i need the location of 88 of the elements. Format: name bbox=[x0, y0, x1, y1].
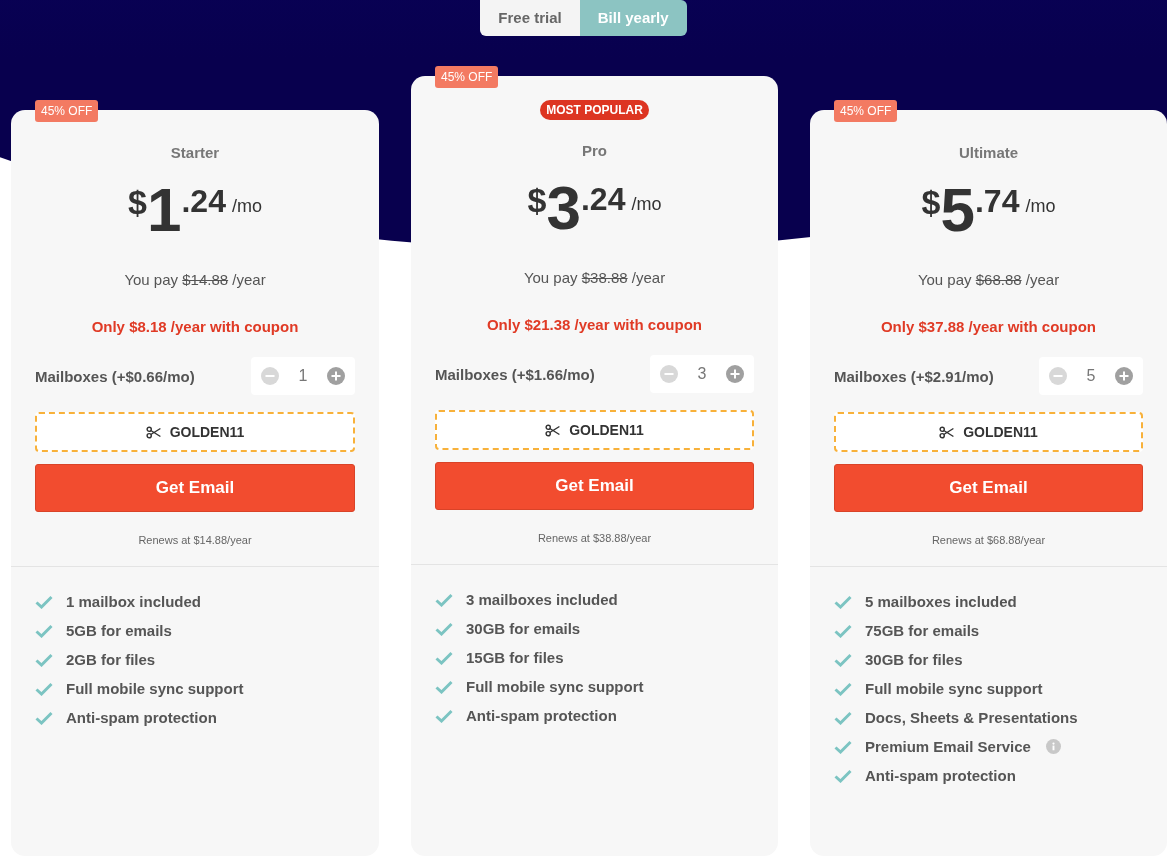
scissors-icon bbox=[145, 425, 162, 439]
coupon-offer-text: Only $21.38 /year with coupon bbox=[486, 316, 703, 333]
mailbox-stepper[interactable]: 1 bbox=[251, 357, 355, 395]
mailboxes-label: Mailboxes (+$0.66/mo) bbox=[35, 367, 195, 385]
checkmark-icon bbox=[834, 710, 852, 725]
renewal-price-text: Renews at $38.88/year bbox=[537, 532, 652, 544]
price-cents: .74 bbox=[974, 183, 1020, 220]
feature-text: 5GB for emails bbox=[66, 622, 172, 639]
minus-icon[interactable] bbox=[261, 367, 279, 385]
checkmark-icon bbox=[35, 594, 53, 609]
plan-name: Pro bbox=[582, 142, 607, 159]
checkmark-icon bbox=[35, 710, 53, 725]
minus-icon[interactable] bbox=[1049, 367, 1067, 385]
most-popular-badge: MOST POPULAR bbox=[540, 100, 649, 120]
checkmark-icon bbox=[435, 592, 453, 607]
plan-name: Ultimate bbox=[958, 144, 1019, 161]
feature-text: Full mobile sync support bbox=[865, 680, 1043, 697]
feature-text: 5 mailboxes included bbox=[865, 593, 1017, 610]
price-whole: 1 bbox=[146, 179, 182, 241]
checkmark-icon bbox=[435, 708, 453, 723]
plus-icon[interactable] bbox=[726, 365, 744, 383]
price-period: /mo bbox=[231, 196, 262, 217]
feature-text: 30GB for files bbox=[865, 651, 963, 668]
scissors-icon bbox=[939, 425, 956, 439]
checkmark-icon bbox=[834, 681, 852, 696]
price-currency: $ bbox=[921, 183, 941, 221]
mailbox-count: 5 bbox=[1086, 367, 1096, 385]
price-currency: $ bbox=[527, 181, 547, 219]
mailbox-stepper[interactable]: 3 bbox=[650, 355, 754, 393]
plan-name: Starter bbox=[170, 144, 220, 161]
feature-text: Anti-spam protection bbox=[466, 707, 617, 724]
checkmark-icon bbox=[35, 623, 53, 638]
checkmark-icon bbox=[834, 594, 852, 609]
price-period: /mo bbox=[1025, 196, 1056, 217]
mailbox-count: 1 bbox=[298, 367, 308, 385]
feature-text: 30GB for emails bbox=[466, 620, 581, 637]
price-currency: $ bbox=[128, 183, 147, 221]
feature-text: Premium Email Service bbox=[865, 738, 1031, 755]
feature-text: 1 mailbox included bbox=[66, 593, 202, 610]
price-whole: 3 bbox=[546, 177, 581, 239]
checkmark-icon bbox=[35, 681, 53, 696]
checkmark-icon bbox=[435, 650, 453, 665]
discount-badge: 45% OFF bbox=[35, 100, 99, 122]
renewal-price-text: Renews at $68.88/year bbox=[931, 534, 1046, 546]
mailbox-stepper[interactable]: 5 bbox=[1039, 357, 1143, 395]
mailboxes-label: Mailboxes (+$1.66/mo) bbox=[435, 365, 595, 383]
feature-text: 15GB for files bbox=[466, 649, 564, 666]
price-whole: 5 bbox=[940, 179, 975, 241]
get-email-button[interactable]: Get Email bbox=[834, 464, 1143, 512]
price-cents: .24 bbox=[181, 183, 226, 220]
checkmark-icon bbox=[834, 768, 852, 783]
scissors-icon bbox=[545, 423, 562, 437]
minus-icon[interactable] bbox=[660, 365, 678, 383]
checkmark-icon bbox=[834, 739, 852, 754]
billing-toggle-tab[interactable]: Free trial bbox=[480, 0, 580, 36]
renewal-price-text: Renews at $14.88/year bbox=[138, 534, 252, 546]
yearly-price-text: You pay $14.88 /year bbox=[124, 271, 266, 288]
get-email-button[interactable]: Get Email bbox=[435, 462, 754, 510]
coupon-offer-text: Only $37.88 /year with coupon bbox=[880, 318, 1097, 335]
mailbox-count: 3 bbox=[697, 365, 707, 383]
coupon-code-box[interactable]: GOLDEN11 bbox=[435, 410, 754, 450]
checkmark-icon bbox=[435, 621, 453, 636]
checkmark-icon bbox=[834, 623, 852, 638]
info-icon[interactable] bbox=[1045, 739, 1061, 754]
feature-text: Full mobile sync support bbox=[66, 680, 244, 697]
yearly-price-text: You pay $68.88 /year bbox=[917, 271, 1060, 288]
get-email-button[interactable]: Get Email bbox=[35, 464, 355, 512]
price-period: /mo bbox=[631, 194, 662, 215]
coupon-offer-text: Only $8.18 /year with coupon bbox=[91, 318, 299, 335]
coupon-code-box[interactable]: GOLDEN11 bbox=[834, 412, 1143, 452]
discount-badge: 45% OFF bbox=[834, 100, 898, 122]
feature-text: 2GB for files bbox=[66, 651, 156, 668]
coupon-code-box[interactable]: GOLDEN11 bbox=[35, 412, 355, 452]
checkmark-icon bbox=[834, 652, 852, 667]
price-cents: .24 bbox=[580, 181, 626, 218]
mailboxes-label: Mailboxes (+$2.91/mo) bbox=[834, 367, 994, 385]
feature-text: Docs, Sheets & Presentations bbox=[865, 709, 1078, 726]
discount-badge: 45% OFF bbox=[435, 66, 499, 88]
plus-icon[interactable] bbox=[327, 367, 345, 385]
feature-text: Anti-spam protection bbox=[865, 767, 1016, 784]
feature-text: 75GB for emails bbox=[865, 622, 980, 639]
yearly-price-text: You pay $38.88 /year bbox=[523, 269, 666, 286]
plus-icon[interactable] bbox=[1115, 367, 1133, 385]
feature-text: 3 mailboxes included bbox=[466, 591, 618, 608]
feature-text: Full mobile sync support bbox=[466, 678, 644, 695]
checkmark-icon bbox=[435, 679, 453, 694]
checkmark-icon bbox=[35, 652, 53, 667]
feature-text: Anti-spam protection bbox=[66, 709, 217, 726]
